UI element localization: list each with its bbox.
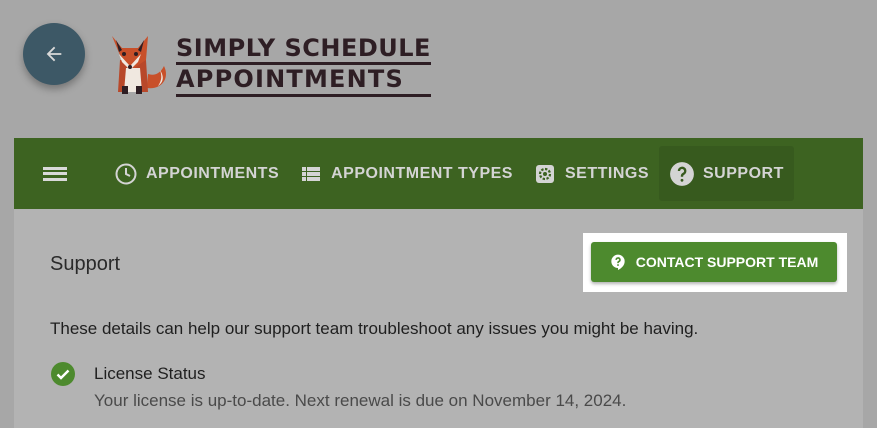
- nav-item-support[interactable]: SUPPORT: [659, 146, 794, 201]
- question-circle-icon: [669, 161, 695, 187]
- back-button[interactable]: [23, 23, 85, 85]
- question-bubble-icon: [610, 254, 626, 270]
- list-icon: [299, 162, 323, 186]
- nav-item-label: APPOINTMENTS: [146, 164, 280, 182]
- nav-item-label: SUPPORT: [703, 164, 784, 182]
- support-description: These details can help our support team …: [50, 319, 699, 338]
- app-logo: SIMPLY SCHEDULE APPOINTMENTS: [102, 30, 431, 100]
- arrow-left-icon: [43, 43, 65, 65]
- contact-support-button[interactable]: CONTACT SUPPORT TEAM: [591, 242, 837, 282]
- logo-line2: APPOINTMENTS: [176, 61, 431, 97]
- license-status-label: License Status: [94, 364, 206, 383]
- nav-item-label: APPOINTMENT TYPES: [331, 164, 513, 182]
- license-status-detail: Your license is up-to-date. Next renewal…: [94, 391, 627, 410]
- nav-item-label: SETTINGS: [564, 164, 649, 182]
- main-nav: APPOINTMENTS APPOINTMENT TYPES SETTINGS …: [14, 138, 863, 209]
- support-card: Support CONTACT SUPPORT TEAM These detai…: [14, 209, 863, 428]
- nav-item-settings[interactable]: SETTINGS: [523, 146, 659, 201]
- nav-item-appointments[interactable]: APPOINTMENTS: [104, 146, 289, 201]
- nav-item-appointment-types[interactable]: APPOINTMENT TYPES: [289, 146, 523, 201]
- fox-logo-icon: [112, 36, 167, 94]
- gear-icon: [533, 162, 557, 186]
- check-circle-icon: [51, 362, 75, 391]
- page-title: Support: [50, 253, 121, 275]
- logo-line1: SIMPLY SCHEDULE: [176, 33, 431, 62]
- clock-icon: [114, 162, 138, 186]
- contact-support-label: CONTACT SUPPORT TEAM: [635, 254, 819, 270]
- hamburger-menu-icon[interactable]: [43, 165, 67, 183]
